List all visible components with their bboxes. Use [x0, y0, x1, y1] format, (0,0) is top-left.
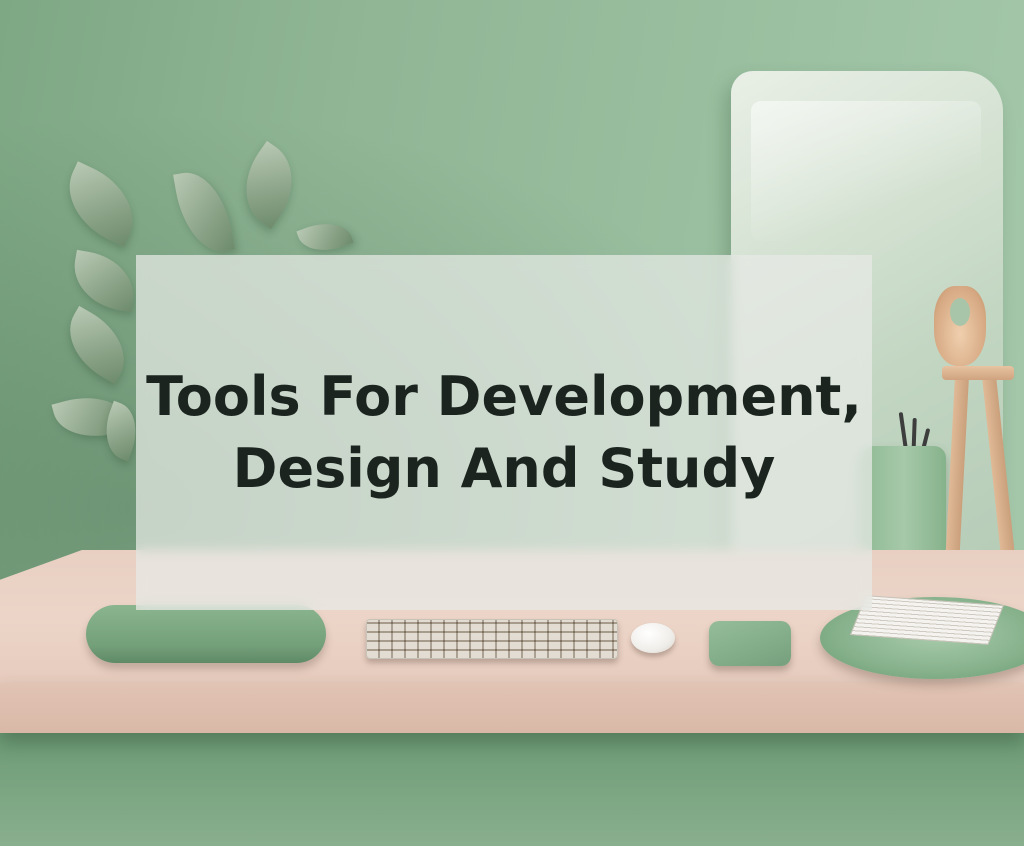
lower-wall: [0, 730, 1024, 846]
desk-box: [709, 621, 791, 666]
page-title: Tools For Development, Design And Study: [136, 361, 872, 505]
wrist-rest: [86, 605, 326, 663]
mouse-icon: [631, 623, 675, 653]
title-banner: Tools For Development, Design And Study: [136, 255, 872, 610]
wooden-knob: [934, 286, 986, 366]
title-line-1: Tools For Development,: [146, 364, 862, 428]
desk-front: [0, 683, 1024, 733]
wooden-stand-bar: [942, 366, 1014, 380]
title-line-2: Design And Study: [232, 436, 776, 500]
workspace-scene: Tools For Development, Design And Study: [0, 0, 1024, 846]
keyboard-icon: [366, 619, 618, 659]
